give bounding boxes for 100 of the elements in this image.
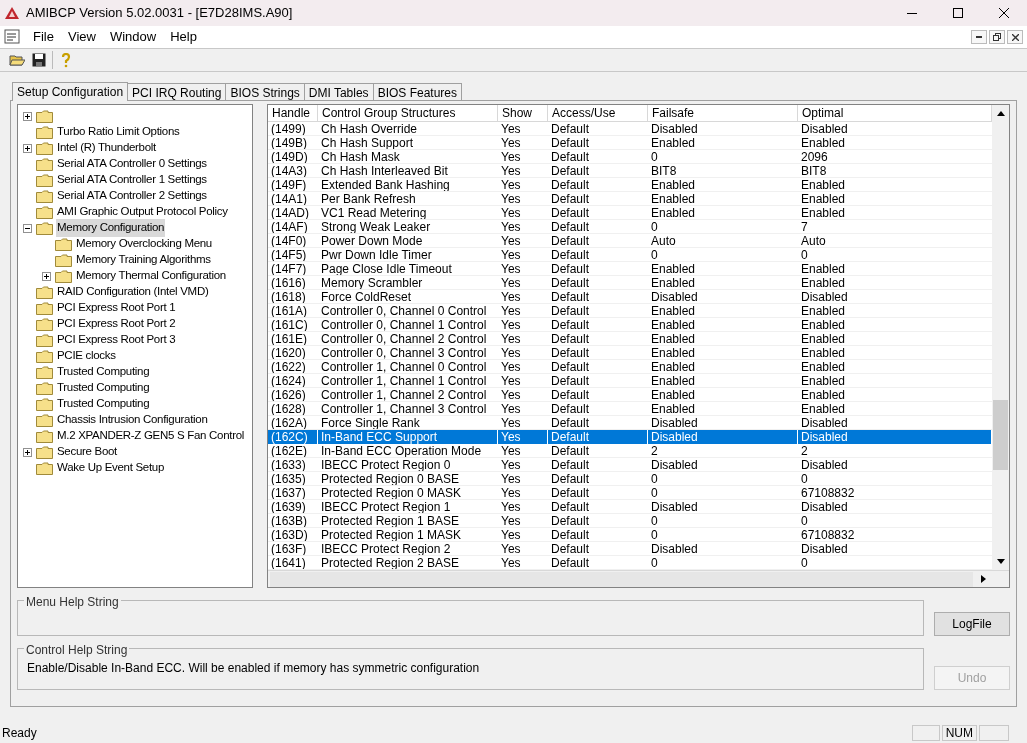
menu-item[interactable]: Window [102, 27, 164, 47]
table-cell-text: Default [550, 304, 591, 317]
folder-icon [36, 301, 53, 315]
tree-item[interactable]: Serial ATA Controller 1 Settings [56, 171, 208, 189]
tree-item[interactable]: Memory Training Algorithms [75, 251, 212, 269]
tree-item[interactable]: Trusted Computing [56, 379, 151, 397]
table-cell-text: Disabled [800, 416, 849, 429]
tree-item[interactable]: Serial ATA Controller 0 Settings [56, 155, 208, 173]
column-header[interactable]: Failsafe [648, 105, 798, 121]
table-cell-text: Controller 1, Channel 1 Control [320, 374, 488, 387]
table-cell-text: Enabled [650, 276, 697, 289]
table-cell-text: Yes [500, 416, 522, 429]
tree-item[interactable]: Memory Overclocking Menu [75, 235, 213, 253]
tree-item[interactable]: AMI Graphic Output Protocol Policy [56, 203, 229, 221]
close-button[interactable] [1007, 30, 1023, 44]
tree-item[interactable]: Turbo Ratio Limit Options [56, 123, 181, 141]
table-cell-text: Enabled [650, 332, 697, 345]
table-cell-text: Enabled [800, 332, 847, 345]
tab[interactable]: DMI Tables [303, 83, 374, 100]
table-cell-text: 67108832 [800, 486, 856, 499]
folder-icon [36, 125, 53, 139]
scroll-down-arrow-icon [996, 559, 1005, 564]
folder-icon [36, 445, 53, 459]
minimize-button[interactable] [971, 30, 987, 44]
tree-item[interactable]: Wake Up Event Setup [56, 459, 165, 477]
table-cell-text: Controller 1, Channel 0 Control [320, 360, 488, 373]
table-cell-text: (1616) [270, 276, 307, 289]
tab[interactable]: Setup Configuration [12, 82, 129, 101]
table-cell-text: (1624) [270, 374, 307, 387]
column-header[interactable]: Show [498, 105, 548, 121]
table-cell-text: Auto [650, 234, 677, 247]
table-cell-text: (14A3) [270, 164, 309, 177]
tree-item[interactable]: PCI Express Root Port 1 [56, 299, 177, 317]
table-cell-text: Enabled [800, 262, 847, 275]
table-cell-text: Yes [500, 556, 522, 569]
table-cell-text: Enabled [800, 206, 847, 219]
expand-icon[interactable] [42, 271, 51, 281]
tree-item[interactable]: Secure Boot [56, 443, 118, 461]
table-cell: Disabled [648, 430, 798, 444]
table-cell-text: 7 [800, 220, 809, 233]
menu-item[interactable]: Help [163, 27, 204, 47]
table-cell-text: Yes [500, 192, 522, 205]
tree-item[interactable]: Intel (R) Thunderbolt [56, 139, 157, 157]
table-cell-text: Enabled [650, 388, 697, 401]
restore-button[interactable] [989, 30, 1005, 44]
tree-item[interactable]: Chassis Intrusion Configuration [56, 411, 209, 429]
vertical-scrollbar[interactable] [992, 105, 1009, 570]
expand-icon[interactable] [23, 111, 32, 121]
column-header[interactable]: Access/Use [548, 105, 648, 121]
tree-item[interactable]: RAID Configuration (Intel VMD) [56, 283, 210, 301]
expand-icon[interactable] [23, 447, 32, 457]
tree-item[interactable]: M.2 XPANDER-Z GEN5 S Fan Control [56, 427, 246, 445]
expand-icon[interactable] [23, 143, 32, 153]
menu-item[interactable]: View [60, 27, 103, 47]
question-mark-icon [61, 52, 71, 68]
table-cell-text: 0 [650, 486, 659, 499]
folder-icon [36, 317, 53, 331]
menu-item[interactable]: File [26, 27, 61, 47]
folder-icon [36, 461, 53, 475]
scrollbar-thumb[interactable] [993, 400, 1008, 470]
tab[interactable]: BIOS Strings [225, 83, 305, 100]
tab[interactable]: PCI IRQ Routing [127, 83, 227, 100]
table-cell-text: Per Bank Refresh [320, 192, 417, 205]
collapse-icon[interactable] [23, 223, 32, 233]
table-cell-text: Default [550, 472, 591, 485]
tree-item[interactable]: Memory Configuration [56, 219, 166, 237]
table-cell-text: 2 [650, 444, 659, 457]
tree-item[interactable]: Serial ATA Controller 2 Settings [56, 187, 208, 205]
table-cell-text: Enabled [800, 360, 847, 373]
table-cell-text: Ch Hash Interleaved Bit [320, 164, 449, 177]
table-cell-text: Enabled [650, 318, 697, 331]
tree-item[interactable]: Trusted Computing [56, 395, 151, 413]
folder-icon [36, 349, 53, 363]
table-cell-text: Default [550, 374, 591, 387]
table-cell-text: Default [550, 486, 591, 499]
horizontal-scrollbar[interactable] [268, 570, 1009, 587]
column-header[interactable]: Handle [268, 105, 318, 121]
table-cell-text: Enabled [800, 192, 847, 205]
table-cell-text: Default [550, 542, 591, 555]
table-cell-text: 0 [650, 150, 659, 163]
table-cell-text: 2 [800, 444, 809, 457]
tab[interactable]: BIOS Features [372, 83, 462, 100]
folder-icon [36, 205, 53, 219]
column-header[interactable]: Control Group Structures [318, 105, 498, 121]
save-button[interactable] [30, 51, 48, 69]
tree-item[interactable]: Trusted Computing [56, 363, 151, 381]
table-cell-text: Default [550, 388, 591, 401]
help-text: Enable/Disable In-Band ECC. Will be enabled if memory has symmetric configuration [27, 660, 481, 677]
table-cell-text: Disabled [800, 500, 849, 513]
table-cell-text: (163F) [270, 542, 308, 555]
tree-item[interactable]: PCI Express Root Port 3 [56, 331, 177, 349]
tree-item[interactable]: PCI Express Root Port 2 [56, 315, 177, 333]
selected-row[interactable]: (162C) In-Band ECC Support Yes Default Disabled Disabled [268, 430, 992, 444]
table-cell-text: Default [550, 318, 591, 331]
tree-item[interactable]: Memory Thermal Configuration [75, 267, 227, 285]
action-button[interactable]: LogFile [934, 612, 1010, 636]
tree-item[interactable]: PCIE clocks [56, 347, 117, 365]
table-cell-text: Default [550, 122, 591, 135]
folder-icon [36, 109, 53, 123]
table-cell-text: Enabled [650, 136, 697, 149]
